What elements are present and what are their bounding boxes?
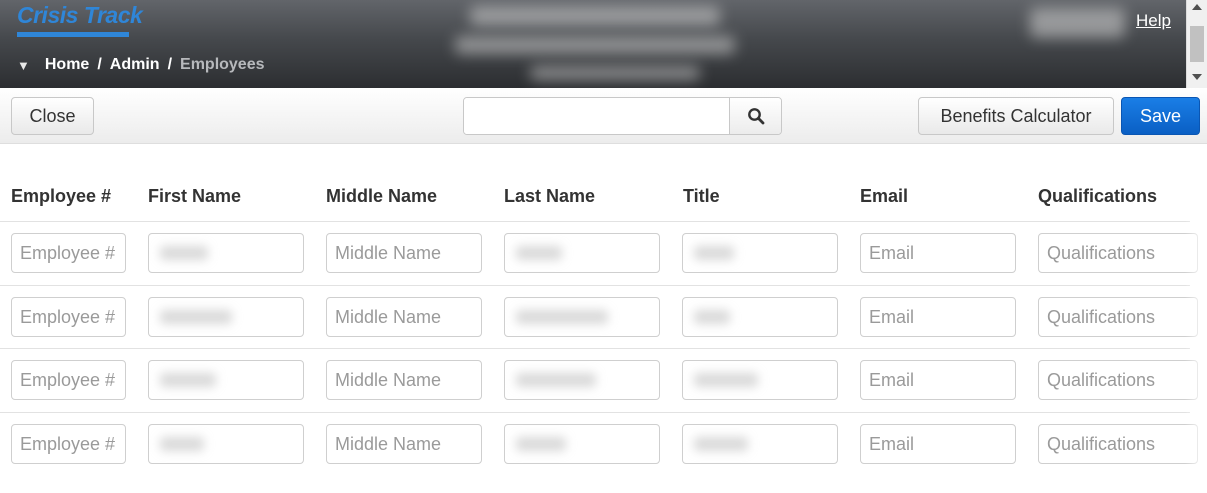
breadcrumb-separator: /	[167, 56, 173, 73]
first-name-field[interactable]	[148, 233, 304, 273]
search-icon	[747, 108, 764, 125]
email-field[interactable]	[860, 233, 1016, 273]
title-field[interactable]	[682, 297, 838, 337]
vertical-scrollbar[interactable]	[1186, 0, 1207, 88]
brand-logo[interactable]: Crisis Track	[17, 2, 143, 29]
breadcrumb-admin[interactable]: Admin	[110, 56, 160, 74]
close-button[interactable]: Close	[11, 97, 94, 135]
employees-table: Employee # First Name Middle Name Last N…	[0, 144, 1207, 493]
row-divider	[0, 285, 1190, 286]
scroll-down-arrow-icon[interactable]	[1192, 74, 1202, 80]
row-divider	[0, 412, 1190, 413]
collapse-triangle-icon[interactable]: ▼	[17, 58, 30, 73]
toolbar: Close Benefits Calculator Save	[0, 88, 1207, 144]
middle-name-field[interactable]	[326, 360, 482, 400]
redacted-subtitle	[455, 36, 735, 54]
email-field[interactable]	[860, 424, 1016, 464]
middle-name-field[interactable]	[326, 424, 482, 464]
email-field[interactable]	[860, 360, 1016, 400]
qualifications-field[interactable]	[1038, 233, 1198, 273]
header-middle-name: Middle Name	[326, 186, 438, 206]
employee-number-field[interactable]	[11, 424, 126, 464]
breadcrumb-home[interactable]: Home	[45, 56, 89, 74]
breadcrumb-separator: /	[97, 56, 102, 73]
search-box	[463, 97, 782, 135]
row-divider	[0, 348, 1190, 349]
first-name-field[interactable]	[148, 424, 304, 464]
employee-number-field[interactable]	[11, 360, 126, 400]
redacted-detail	[530, 66, 700, 80]
title-field[interactable]	[682, 424, 838, 464]
search-input[interactable]	[464, 98, 729, 134]
middle-name-field[interactable]	[326, 297, 482, 337]
app-header: Crisis Track Help ▼ Home / Admin / Emplo…	[0, 0, 1186, 88]
benefits-calculator-button[interactable]: Benefits Calculator	[918, 97, 1114, 135]
redacted-title	[470, 6, 720, 26]
breadcrumb: ▼ Home / Admin / Employees	[17, 56, 265, 74]
employee-number-field[interactable]	[11, 297, 126, 337]
header-qualifications: Qualifications	[1038, 186, 1158, 206]
last-name-field[interactable]	[504, 233, 660, 273]
email-field[interactable]	[860, 297, 1016, 337]
header-last-name: Last Name	[504, 186, 596, 206]
redacted-user	[1030, 8, 1125, 38]
save-button[interactable]: Save	[1121, 97, 1200, 135]
employee-number-field[interactable]	[11, 233, 126, 273]
header-employee-number: Employee #	[11, 186, 112, 206]
search-button[interactable]	[729, 98, 781, 134]
help-link[interactable]: Help	[1136, 11, 1171, 31]
middle-name-field[interactable]	[326, 233, 482, 273]
header-email: Email	[860, 186, 909, 206]
last-name-field[interactable]	[504, 297, 660, 337]
first-name-field[interactable]	[148, 297, 304, 337]
scroll-up-arrow-icon[interactable]	[1192, 4, 1202, 10]
last-name-field[interactable]	[504, 360, 660, 400]
title-field[interactable]	[682, 233, 838, 273]
breadcrumb-employees: Employees	[180, 56, 265, 73]
header-first-name: First Name	[148, 186, 242, 206]
row-divider	[0, 221, 1190, 222]
header-title: Title	[683, 186, 720, 206]
qualifications-field[interactable]	[1038, 297, 1198, 337]
qualifications-field[interactable]	[1038, 424, 1198, 464]
scroll-thumb[interactable]	[1190, 26, 1204, 62]
first-name-field[interactable]	[148, 360, 304, 400]
brand-underline	[17, 32, 129, 37]
qualifications-field[interactable]	[1038, 360, 1198, 400]
title-field[interactable]	[682, 360, 838, 400]
last-name-field[interactable]	[504, 424, 660, 464]
